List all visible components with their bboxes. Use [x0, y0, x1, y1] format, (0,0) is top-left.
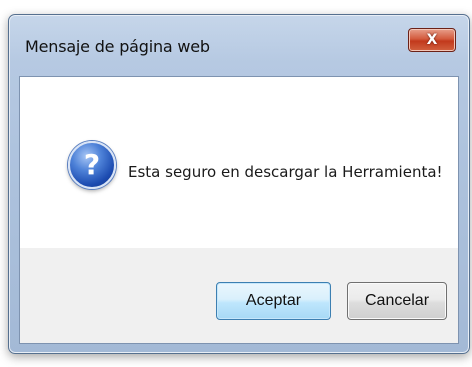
- accept-button[interactable]: Aceptar: [216, 282, 331, 320]
- question-mark-glyph: ?: [83, 148, 101, 181]
- dialog-message: Esta seguro en descargar la Herramienta!: [128, 163, 443, 181]
- close-icon: X: [426, 32, 438, 48]
- message-dialog: Mensaje de página web X ? Esta seguro en…: [8, 14, 470, 354]
- cancel-button[interactable]: Cancelar: [347, 282, 447, 320]
- close-button[interactable]: X: [408, 28, 456, 52]
- dialog-title: Mensaje de página web: [25, 37, 210, 56]
- dialog-body: ? Esta seguro en descargar la Herramient…: [19, 76, 459, 344]
- question-icon: ?: [68, 141, 116, 189]
- title-bar[interactable]: Mensaje de página web X: [9, 15, 469, 61]
- message-area: ? Esta seguro en descargar la Herramient…: [20, 77, 458, 248]
